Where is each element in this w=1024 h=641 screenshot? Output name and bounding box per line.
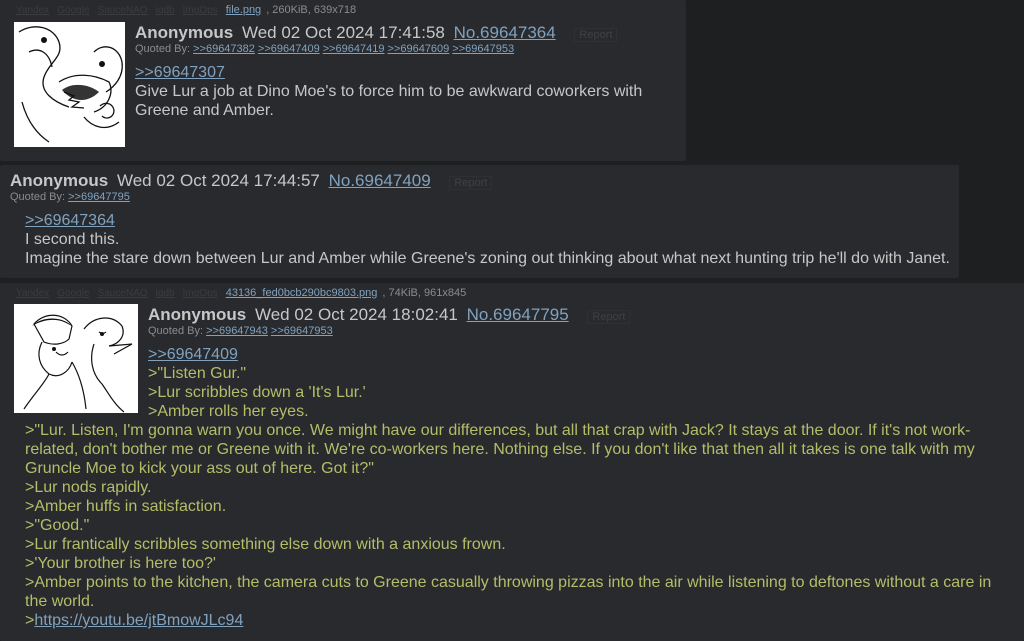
backlink[interactable]: >>69647795 [68,191,130,203]
report-button[interactable]: Report [587,310,631,324]
backlink[interactable]: >>69647609 [388,43,450,55]
reply-quote-link[interactable]: >>69647307 [135,63,642,82]
quoted-by-label: Quoted By: [135,43,191,55]
greentext-line: >Amber points to the kitchen, the camera… [25,574,992,591]
quoted-by: Quoted By: >>69647382 >>69647409 >>6964741… [135,43,517,55]
post-header: Anonymous Wed 02 Oct 2024 17:41:58 No.69… [135,23,618,45]
poster-name: Anonymous [10,171,109,190]
quoted-by: Quoted By: >>69647795 [10,191,133,203]
backlink[interactable]: >>69647953 [271,325,333,337]
post-thumbnail[interactable] [14,304,138,413]
greentext-line: >'Your brother is here too?' [25,555,216,572]
report-button[interactable]: Report [449,176,493,190]
file-meta: , 260KiB, 639x718 [266,4,357,16]
reply-quote-link[interactable]: >>69647364 [25,211,950,230]
file-name-link[interactable]: file.png [226,4,261,16]
search-link-yandex[interactable]: Yandex [16,5,49,16]
backlink[interactable]: >>69647409 [258,43,320,55]
post-69647795: Yandex Google SauceNAO iqdb ImgOps 43136… [0,283,1024,641]
post-body-top: >>69647409 >"Listen Gur." >Lur scribbles… [148,345,366,421]
greentext-line: Gruncle Moe to kick your ass out of here… [25,460,374,477]
link-prefix: > [25,612,35,629]
quoted-by: Quoted By: >>69647943 >>69647953 [148,325,336,337]
search-link-iqdb[interactable]: iqdb [156,288,175,299]
post-header: Anonymous Wed 02 Oct 2024 17:44:57 No.69… [10,171,493,193]
backlink[interactable]: >>69647419 [323,43,385,55]
post-date: Wed 02 Oct 2024 17:41:58 [241,23,445,42]
file-name-link[interactable]: 43136_fed0bcb290bc9803.png [226,287,378,299]
greentext-line: >"Listen Gur." [148,365,247,382]
greentext-line: the world. [25,593,95,610]
post-body-bottom: >"Lur. Listen, I'm gonna warn you once. … [25,421,1015,630]
greentext-link-line: >https://youtu.be/jtBmowJLc94 [25,611,1015,630]
file-meta: , 74KiB, 961x845 [382,287,467,299]
search-link-imgops[interactable]: ImgOps [183,5,218,16]
post-text-line: Greene and Amber. [135,102,274,119]
greentext-line: >Amber rolls her eyes. [148,403,309,420]
file-info: Yandex Google SauceNAO iqdb ImgOps 43136… [16,287,466,299]
post-thumbnail[interactable] [14,22,125,147]
quoted-by-label: Quoted By: [10,191,66,203]
file-info: Yandex Google SauceNAO iqdb ImgOps file.… [16,4,356,16]
poster-name: Anonymous [135,23,234,42]
post-body: >>69647364 I second this. Imagine the st… [25,211,950,268]
poster-name: Anonymous [148,305,247,324]
post-number-link[interactable]: No.69647795 [467,305,569,324]
post-date: Wed 02 Oct 2024 17:44:57 [116,171,320,190]
youtube-link[interactable]: https://youtu.be/jtBmowJLc94 [34,612,243,629]
report-button[interactable]: Report [574,28,618,42]
post-number-link[interactable]: No.69647364 [454,23,556,42]
post-text-line: Imagine the stare down between Lur and A… [25,250,950,267]
post-body: >>69647307 Give Lur a job at Dino Moe's … [135,63,642,120]
post-date: Wed 02 Oct 2024 18:02:41 [254,305,458,324]
post-69647409: Anonymous Wed 02 Oct 2024 17:44:57 No.69… [0,165,959,278]
greentext-line: >"Good." [25,517,90,534]
post-text-line: Give Lur a job at Dino Moe's to force hi… [135,83,643,100]
greentext-line: related, don't bother me or Greene with … [25,441,975,458]
quoted-by-label: Quoted By: [148,325,204,337]
search-link-iqdb[interactable]: iqdb [156,5,175,16]
reply-quote-link[interactable]: >>69647409 [148,345,366,364]
greentext-line: >"Lur. Listen, I'm gonna warn you once. … [25,422,971,439]
backlink[interactable]: >>69647943 [206,325,268,337]
greentext-line: >Lur scribbles down a 'It's Lur.' [148,384,366,401]
backlink[interactable]: >>69647953 [452,43,514,55]
search-link-imgops[interactable]: ImgOps [183,288,218,299]
backlink[interactable]: >>69647382 [193,43,255,55]
search-link-google[interactable]: Google [57,288,89,299]
search-link-saucenao[interactable]: SauceNAO [98,5,148,16]
search-link-saucenao[interactable]: SauceNAO [98,288,148,299]
greentext-line: >Lur frantically scribbles something els… [25,536,506,553]
search-link-yandex[interactable]: Yandex [16,288,49,299]
search-link-google[interactable]: Google [57,5,89,16]
greentext-line: >Amber huffs in satisfaction. [25,498,227,515]
post-header: Anonymous Wed 02 Oct 2024 18:02:41 No.69… [148,305,631,327]
thumbnail-sketch-image [14,304,138,413]
greentext-line: >Lur nods rapidly. [25,479,152,496]
post-number-link[interactable]: No.69647409 [329,171,431,190]
post-69647364: Yandex Google SauceNAO iqdb ImgOps file.… [0,0,686,161]
thumbnail-sketch-image [14,22,125,147]
post-text-line: I second this. [25,231,120,248]
